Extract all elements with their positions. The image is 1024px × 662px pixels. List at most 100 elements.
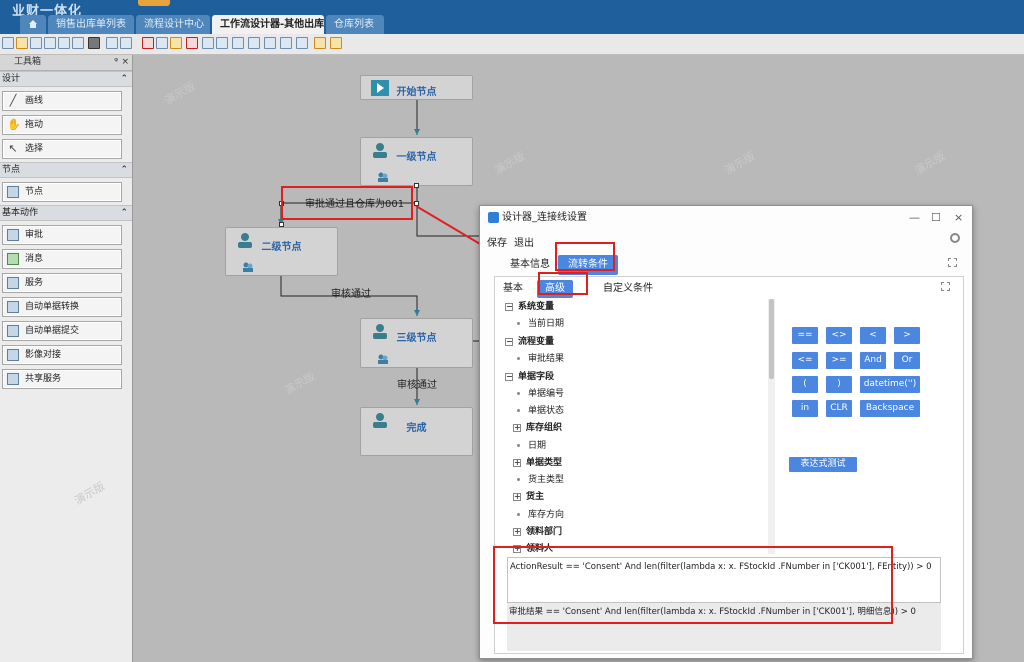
tab-flow-design-center[interactable]: 流程设计中心: [136, 15, 210, 34]
selection-handle[interactable]: [279, 222, 284, 227]
expand-plus-icon[interactable]: +: [513, 423, 521, 432]
expand-icon[interactable]: [941, 282, 950, 291]
align-left-icon[interactable]: [202, 37, 214, 49]
collapse-icon[interactable]: ⌃: [120, 206, 128, 220]
edge-label-review1[interactable]: 审核通过: [331, 285, 371, 300]
op-clr-button[interactable]: CLR: [826, 400, 852, 417]
scrollbar-thumb[interactable]: [769, 299, 774, 379]
op-or-button[interactable]: Or: [894, 352, 920, 369]
collapse-icon[interactable]: −: [505, 337, 513, 346]
tree-item[interactable]: 单据状态: [517, 403, 564, 420]
grid-icon[interactable]: [330, 37, 342, 49]
home-tab[interactable]: [20, 15, 46, 34]
collapse-icon[interactable]: ⌃: [120, 72, 128, 86]
tree-group-stock-org[interactable]: + 库存组织: [513, 420, 562, 437]
align-bottom-icon[interactable]: [280, 37, 292, 49]
node-level3[interactable]: 三级节点: [360, 318, 473, 368]
selection-handle[interactable]: [414, 201, 419, 206]
op-ge-button[interactable]: >=: [826, 352, 852, 369]
op-lparen-button[interactable]: (: [792, 376, 818, 393]
collapse-icon[interactable]: ⌃: [120, 163, 128, 177]
expand-plus-icon[interactable]: +: [513, 458, 521, 467]
tool-message[interactable]: 消息: [2, 249, 122, 269]
tool-shared-service[interactable]: 共享服务: [2, 369, 122, 389]
maximize-icon[interactable]: ☐: [931, 206, 941, 230]
tree-item[interactable]: 审批结果: [517, 351, 564, 368]
delete-icon[interactable]: [186, 37, 198, 49]
expand-plus-icon[interactable]: +: [513, 527, 521, 536]
gear-icon[interactable]: [950, 233, 960, 243]
paste-icon[interactable]: [170, 37, 182, 49]
tab-advanced[interactable]: 高级: [537, 280, 573, 298]
tool-draw-line[interactable]: ╱ 画线: [2, 91, 122, 111]
align-center-icon[interactable]: [216, 37, 228, 49]
node-level1[interactable]: 一级节点: [360, 137, 473, 186]
op-rparen-button[interactable]: ): [826, 376, 852, 393]
tool-service[interactable]: 服务: [2, 273, 122, 293]
collapse-icon[interactable]: −: [505, 302, 513, 311]
open-icon[interactable]: [16, 37, 28, 49]
redo-icon[interactable]: [120, 37, 132, 49]
tab-sales-outbound[interactable]: 销售出库单列表: [48, 15, 134, 34]
tree-group-system[interactable]: − 系统变量: [505, 299, 554, 316]
align-middle-icon[interactable]: [264, 37, 276, 49]
tree-group-picker[interactable]: + 领料人: [513, 541, 553, 554]
edge-label-condition[interactable]: 审批通过且仓库为001: [305, 195, 404, 210]
edge-label-review2[interactable]: 审核通过: [397, 376, 437, 391]
op-eq-button[interactable]: ==: [792, 327, 818, 344]
undo-icon[interactable]: [106, 37, 118, 49]
tab-basic-info[interactable]: 基本信息: [500, 255, 560, 275]
property-icon[interactable]: [72, 37, 84, 49]
tab-custom-condition[interactable]: 自定义条件: [595, 280, 661, 298]
node-start[interactable]: 开始节点: [360, 75, 473, 100]
expand-plus-icon[interactable]: +: [513, 492, 521, 501]
tool-image-dock[interactable]: 影像对接: [2, 345, 122, 365]
tab-basic[interactable]: 基本: [495, 280, 531, 298]
expression-input[interactable]: ActionResult == 'Consent' And len(filter…: [507, 557, 941, 603]
op-gt-button[interactable]: >: [894, 327, 920, 344]
section-node[interactable]: 节点 ⌃: [0, 162, 132, 178]
tree-group-doc[interactable]: − 单据字段: [505, 369, 554, 386]
selection-handle[interactable]: [414, 183, 419, 188]
tree-item[interactable]: 日期: [517, 438, 546, 455]
save-menu[interactable]: 保存: [487, 234, 507, 249]
tool-approve[interactable]: 审批: [2, 225, 122, 245]
section-design[interactable]: 设计 ⌃: [0, 71, 132, 87]
zoom-icon[interactable]: [314, 37, 326, 49]
tab-warehouse-list[interactable]: 仓库列表: [326, 15, 384, 34]
section-basic-action[interactable]: 基本动作 ⌃: [0, 205, 132, 221]
tree-group-doc-type[interactable]: + 单据类型: [513, 455, 562, 472]
same-size-icon[interactable]: [296, 37, 308, 49]
tool-auto-submit[interactable]: 自动单据提交: [2, 321, 122, 341]
settings-icon[interactable]: [88, 37, 100, 49]
op-lt-button[interactable]: <: [860, 327, 886, 344]
new-icon[interactable]: [2, 37, 14, 49]
save-as-icon[interactable]: [44, 37, 56, 49]
tree-item[interactable]: 货主类型: [517, 472, 564, 489]
tree-item[interactable]: 单据编号: [517, 386, 564, 403]
cut-icon[interactable]: [142, 37, 154, 49]
tab-flow-condition[interactable]: 流转条件: [558, 255, 618, 275]
expression-test-button[interactable]: 表达式测试: [789, 457, 857, 472]
exit-menu[interactable]: 退出: [514, 234, 534, 249]
op-backspace-button[interactable]: Backspace: [860, 400, 920, 417]
align-top-icon[interactable]: [248, 37, 260, 49]
node-done[interactable]: 完成: [360, 407, 473, 456]
tool-drag[interactable]: ✋ 拖动: [2, 115, 122, 135]
tab-workflow-designer[interactable]: 工作流设计器-其他出库×: [212, 15, 339, 34]
expand-plus-icon[interactable]: +: [513, 544, 521, 553]
op-le-button[interactable]: <=: [792, 352, 818, 369]
tree-item[interactable]: 当前日期: [517, 316, 564, 333]
op-neq-button[interactable]: <>: [826, 327, 852, 344]
save-icon[interactable]: [30, 37, 42, 49]
op-in-button[interactable]: in: [792, 400, 818, 417]
toolbox-close-icon[interactable]: ×: [121, 55, 129, 70]
node-level2[interactable]: 二级节点: [225, 227, 338, 276]
expand-icon[interactable]: [948, 258, 957, 267]
tree-scrollbar[interactable]: [768, 299, 775, 554]
tool-node[interactable]: 节点: [2, 182, 122, 202]
align-right-icon[interactable]: [232, 37, 244, 49]
collapse-icon[interactable]: −: [505, 372, 513, 381]
minimize-icon[interactable]: —: [909, 206, 920, 230]
tool-auto-convert[interactable]: 自动单据转换: [2, 297, 122, 317]
